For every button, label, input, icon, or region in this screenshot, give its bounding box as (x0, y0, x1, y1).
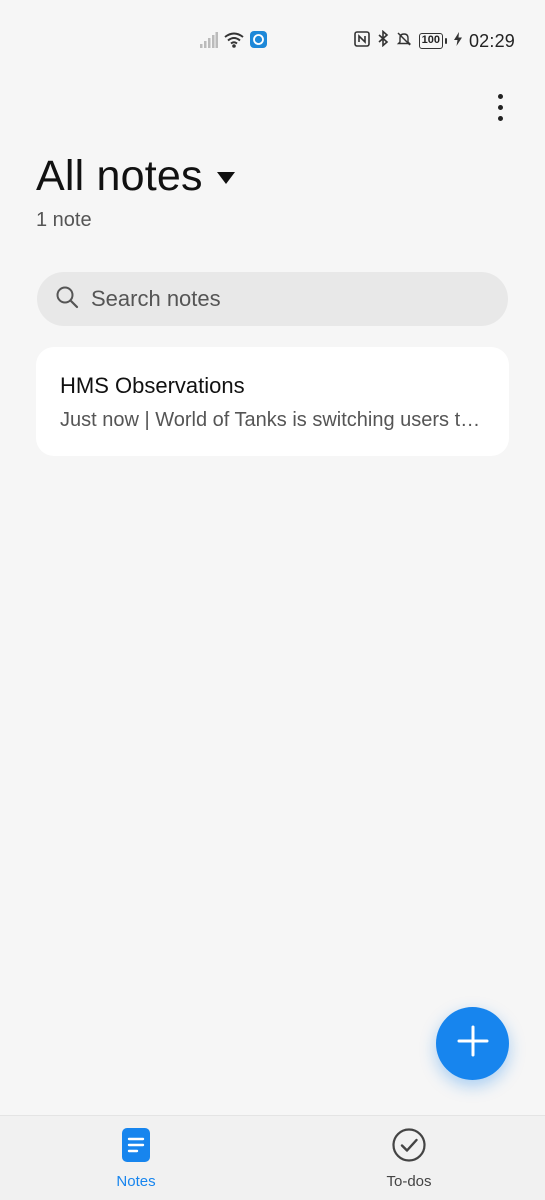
page-title: All notes (36, 152, 203, 200)
note-subtitle: Just now | World of Tanks is switching u… (60, 409, 485, 431)
note-card[interactable]: HMS Observations Just now | World of Tan… (36, 347, 509, 456)
nav-notes-label: Notes (116, 1173, 156, 1190)
wifi-icon (224, 32, 244, 53)
check-circle-icon (392, 1128, 426, 1167)
battery-icon: 100 (418, 33, 447, 49)
bottom-navigation: Notes To-dos (0, 1115, 545, 1200)
search-input[interactable] (91, 286, 471, 312)
nav-todos-label: To-dos (386, 1173, 432, 1190)
app-notification-icon (250, 31, 267, 53)
add-note-button[interactable] (436, 1007, 509, 1080)
status-left-icons (200, 31, 267, 53)
more-dot (497, 115, 503, 121)
status-time: 02:29 (468, 30, 515, 51)
search-icon (55, 285, 79, 314)
bluetooth-icon (377, 29, 389, 52)
note-title: HMS Observations (60, 373, 245, 398)
signal-icon (200, 31, 218, 53)
more-options-button[interactable] (486, 90, 514, 124)
charging-icon (453, 31, 462, 51)
more-dot (497, 93, 503, 99)
nav-todos[interactable]: To-dos (349, 1128, 469, 1190)
battery-cap (444, 38, 447, 44)
note-count: 1 note (36, 209, 92, 231)
folder-selector[interactable]: All notes (36, 152, 235, 201)
more-dot (497, 104, 503, 110)
status-right-icons: 100 02:29 (353, 29, 515, 52)
dropdown-arrow-icon (216, 171, 235, 184)
mute-bell-icon (396, 31, 412, 52)
plus-icon (457, 1025, 489, 1062)
search-bar[interactable] (37, 272, 508, 326)
notes-icon (122, 1128, 150, 1167)
nav-notes[interactable]: Notes (76, 1128, 196, 1190)
notes-screen: 100 02:29 All notes 1 note Search notes … (0, 0, 545, 1200)
status-bar: 100 02:29 (0, 0, 545, 80)
battery-level: 100 (418, 33, 443, 49)
nfc-icon (353, 30, 370, 52)
